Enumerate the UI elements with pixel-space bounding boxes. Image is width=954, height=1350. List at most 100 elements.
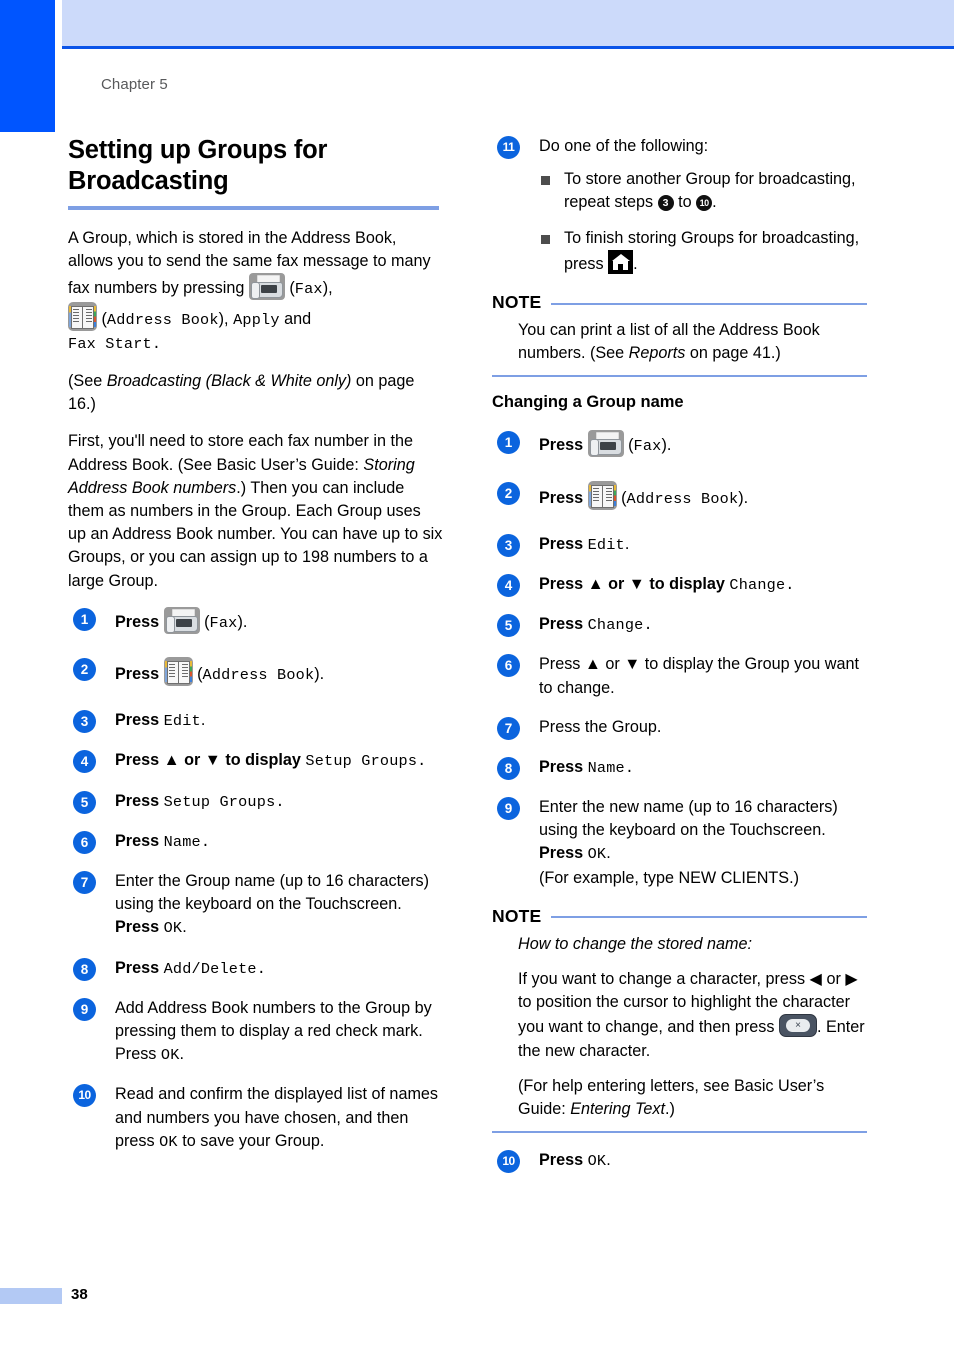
step-target-label: Name. (587, 758, 635, 777)
step-target-label: Address Book (202, 666, 315, 685)
step-number-badge: 10 (73, 1084, 96, 1108)
step-target-label: Setup Groups. (163, 792, 285, 811)
step-press-label: Press (539, 615, 588, 634)
note-italic-lead: How to change the stored name: (518, 934, 752, 953)
step-target-label: Fax (209, 613, 238, 632)
note-label: NOTE (492, 292, 542, 313)
step-number-badge: 3 (497, 533, 520, 557)
step-item: 4 Press ▲ or ▼ to display Setup Groups. (68, 749, 443, 774)
step-item: 7 Press the Group. (492, 716, 867, 740)
step-press-label: Press (539, 534, 588, 553)
step-press-label: Press (115, 665, 164, 684)
step-item: 6 Press Name. (68, 830, 443, 854)
left-column: Setting up Groups for Broadcasting A Gro… (68, 135, 443, 1170)
step-target-label: Setup Groups. (305, 752, 427, 771)
step-item: 7 Enter the Group name (up to 16 charact… (68, 870, 443, 941)
step-press-label: Press (115, 831, 164, 850)
right-steps-final: 10 Press OK. (492, 1149, 867, 1174)
step-number-badge: 5 (497, 614, 520, 638)
step-press-label: Press (115, 612, 164, 631)
note-header: NOTE (492, 906, 867, 927)
step-number-badge: 4 (497, 574, 520, 598)
backspace-icon: × (778, 1014, 817, 1038)
step-press-label: Press ▲ or ▼ to display (115, 751, 306, 770)
home-icon (608, 249, 634, 274)
intro-paragraph-1: A Group, which is stored in the Address … (68, 229, 431, 353)
step-item: 5 Press Change. (492, 613, 867, 638)
page-header-rule (62, 46, 954, 49)
step-number-badge: 8 (73, 957, 96, 981)
page-header-band (62, 0, 954, 46)
note-text-c-b: .) (665, 1100, 675, 1119)
step-press-label: Press (539, 1151, 588, 1170)
sub-bullet-text-b: . (712, 193, 717, 212)
step-item: 11 Do one of the following: To store ano… (492, 135, 867, 276)
address-book-icon (68, 301, 97, 331)
step-number-badge: 11 (497, 136, 520, 159)
step-reference-badge: 10 (696, 195, 713, 212)
footer-accent-bar (0, 1288, 62, 1304)
title-underline (68, 206, 439, 210)
intro-1-text-c: ), (218, 309, 229, 328)
step-trailing: . (624, 534, 630, 553)
right-steps-list: 1 Press (Fax). 2 Press (Address Book). 3… (492, 430, 867, 889)
step-target-label: Change. (587, 616, 653, 635)
intro-1-text-d: and (284, 309, 312, 328)
step-number-badge: 7 (73, 871, 96, 895)
step-text: Press ▲ or ▼ to display the Group you wa… (539, 655, 859, 697)
intro-1-apply-label: Apply (233, 310, 280, 329)
step-target-label: OK (160, 1046, 180, 1065)
step-press-label: Press (539, 436, 588, 455)
note-header: NOTE (492, 292, 867, 313)
step-press-label: Press (539, 757, 588, 776)
intro-1-address-book-label: Address Book (106, 310, 219, 329)
page-title: Setting up Groups for Broadcasting (68, 136, 328, 195)
step-number-badge: 5 (73, 790, 96, 814)
step-trailing: ). (738, 488, 749, 507)
intro-1-text-b: ), (322, 279, 333, 298)
step-item: 9 Enter the new name (up to 16 character… (492, 796, 867, 890)
step-item: 9 Add Address Book numbers to the Group … (68, 997, 443, 1068)
step-target-label: OK (587, 1152, 607, 1171)
fax-icon (248, 273, 285, 301)
sub-bullet-item: To store another Group for broadcasting,… (539, 168, 867, 214)
step-text: Enter the new name (up to 16 characters)… (539, 798, 838, 840)
sub-bullet-text-mid: to (673, 193, 697, 212)
step-number-badge: 7 (497, 716, 520, 740)
step-number-badge: 6 (73, 830, 96, 854)
step-number-badge: 9 (73, 997, 96, 1021)
chapter-label: Chapter 5 (101, 76, 168, 93)
sub-bullet-text-b: . (633, 254, 638, 273)
address-book-icon (587, 480, 617, 510)
fax-icon (587, 430, 624, 458)
step-press-label: Press (115, 958, 164, 977)
step-item: 1 Press (Fax). (492, 430, 867, 458)
step-item: 10 Read and confirm the displayed list o… (68, 1083, 443, 1154)
note-paragraph: You can print a list of all the Address … (518, 319, 867, 365)
note-header-rule (551, 916, 867, 919)
step-item: 10 Press OK. (492, 1149, 867, 1174)
step-item: 2 Press (Address Book). (492, 480, 867, 511)
step-target-label: Change. (729, 576, 795, 595)
step-trailing: to save your Group. (177, 1131, 325, 1150)
step-trailing: . (606, 844, 611, 863)
intro-paragraph-2: (See Broadcasting (Black & White only) o… (68, 370, 443, 416)
step-number-badge: 2 (497, 481, 520, 505)
page-number: 38 (71, 1286, 88, 1303)
step-number-badge: 6 (497, 654, 520, 678)
intro-3-text-a: First, you'll need to store each fax num… (68, 432, 414, 474)
step-reference-badge: 3 (657, 195, 674, 212)
address-book-icon (163, 657, 193, 687)
step-trailing: ). (661, 436, 672, 455)
step11-sub-list: To store another Group for broadcasting,… (539, 168, 867, 276)
step-press-label: Press (539, 488, 588, 507)
note-paragraph: (For help entering letters, see Basic Us… (518, 1075, 867, 1121)
step-trailing: . (200, 711, 206, 730)
step-item: 2 Press (Address Book). (68, 657, 443, 687)
step-item: 6 Press ▲ or ▼ to display the Group you … (492, 653, 867, 699)
step-trailing: . (179, 1045, 185, 1064)
note-block-1: NOTE You can print a list of all the Add… (492, 292, 867, 378)
step-item: 1 Press (Fax). (68, 606, 443, 635)
note-italic-ref: Entering Text (570, 1100, 665, 1119)
note-italic-ref: Reports (628, 344, 686, 363)
